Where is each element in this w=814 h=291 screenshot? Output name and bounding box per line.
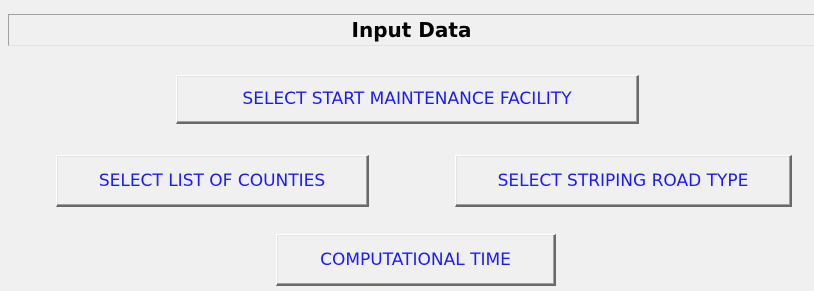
select-list-of-counties-button[interactable]: SELECT LIST OF COUNTIES [56,155,369,207]
panel-title: Input Data [351,18,472,42]
select-start-maintenance-facility-button[interactable]: SELECT START MAINTENANCE FACILITY [176,75,639,124]
input-data-panel: Input Data SELECT START MAINTENANCE FACI… [0,0,814,291]
select-striping-road-type-button[interactable]: SELECT STRIPING ROAD TYPE [455,155,792,207]
computational-time-button[interactable]: COMPUTATIONAL TIME [276,234,556,286]
panel-header: Input Data [8,14,814,46]
